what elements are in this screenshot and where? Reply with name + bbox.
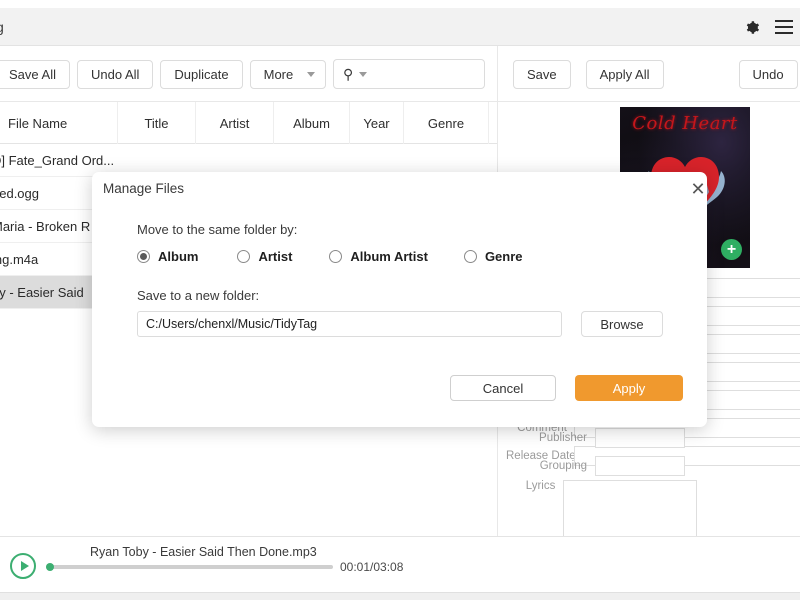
progress-knob[interactable] — [46, 563, 54, 571]
radio-option-album[interactable]: Album — [137, 249, 198, 264]
apply-button[interactable]: Apply — [575, 375, 683, 401]
more-button[interactable]: More — [249, 59, 327, 89]
play-triangle — [20, 561, 29, 571]
now-playing-title: Ryan Toby - Easier Said Then Done.mp3 — [90, 545, 317, 559]
column-header-title[interactable]: Title — [118, 102, 196, 144]
window-title: g — [0, 19, 4, 35]
radio-label-genre: Genre — [484, 249, 523, 264]
group-by-radio-group: Album Artist Album Artist Genre — [137, 249, 523, 264]
field-input-grouping[interactable] — [595, 456, 685, 476]
chevron-down-icon — [307, 71, 316, 77]
album-art-title: Cold Heart — [632, 113, 738, 134]
search-chevron-down-icon[interactable] — [358, 71, 367, 77]
toolbar-left-group: Save All Undo All Duplicate More ⚲ — [0, 46, 497, 102]
file-table-header: File Name Title Artist Album Year Genre — [0, 102, 497, 144]
gear-icon[interactable] — [742, 17, 762, 37]
browse-button[interactable]: Browse — [581, 311, 663, 337]
folder-path-input[interactable]: C:/Users/chenxl/Music/TidyTag — [137, 311, 562, 337]
close-icon[interactable]: ✕ — [688, 179, 708, 199]
field-input-publisher[interactable] — [595, 428, 685, 448]
radio-label-artist: Artist — [258, 249, 293, 264]
save-folder-label: Save to a new folder: — [137, 288, 260, 303]
play-circle-icon[interactable] — [10, 553, 36, 579]
column-header-album[interactable]: Album — [274, 102, 350, 144]
hamburger-lines — [775, 20, 793, 34]
field-label-lyrics: Lyrics — [525, 480, 556, 492]
radio-option-artist[interactable]: Artist — [237, 249, 292, 264]
search-icon: ⚲ — [343, 66, 354, 82]
cell-file-name: D] Fate_Grand Ord... — [0, 152, 115, 168]
toolbar: Save All Undo All Duplicate More ⚲ Save … — [0, 46, 800, 102]
column-header-genre[interactable]: Genre — [404, 102, 489, 144]
save-button[interactable]: Save — [513, 59, 571, 89]
status-strip — [0, 592, 800, 600]
dialog-title: Manage Files — [103, 181, 185, 196]
undo-all-button[interactable]: Undo All — [76, 59, 154, 89]
radio-circle-genre[interactable] — [463, 250, 477, 263]
field-publisher[interactable]: Publisher — [497, 424, 697, 452]
move-by-label: Move to the same folder by: — [137, 222, 298, 237]
radio-label-album-artist: Album Artist — [350, 249, 428, 264]
cancel-button[interactable]: Cancel — [450, 375, 556, 401]
column-header-year[interactable]: Year — [350, 102, 404, 144]
title-bar: g — [0, 8, 800, 46]
toolbar-right-group: Save Apply All Undo — [497, 46, 800, 102]
player-bar: Ryan Toby - Easier Said Then Done.mp3 00… — [0, 536, 800, 592]
save-all-button[interactable]: Save All — [0, 59, 70, 89]
progress-slider[interactable] — [46, 563, 333, 571]
duplicate-button[interactable]: Duplicate — [160, 59, 243, 89]
field-label-publisher: Publisher — [539, 432, 587, 444]
column-header-file-name[interactable]: File Name — [0, 102, 118, 144]
more-label: More — [263, 66, 294, 82]
column-header-artist[interactable]: Artist — [196, 102, 274, 144]
radio-label-album: Album — [158, 249, 199, 264]
radio-circle-album[interactable] — [137, 250, 150, 263]
field-grouping[interactable]: Grouping — [497, 452, 697, 480]
application-window: g Save All Undo All Duplicate More — [0, 0, 800, 600]
apply-all-button[interactable]: Apply All — [585, 59, 664, 89]
plus-circle-icon[interactable]: + — [721, 239, 742, 260]
playback-time: 00:01/03:08 — [340, 560, 404, 574]
player-controls: Ryan Toby - Easier Said Then Done.mp3 00… — [0, 537, 497, 593]
radio-option-album-artist[interactable]: Album Artist — [329, 249, 428, 264]
radio-option-genre[interactable]: Genre — [463, 249, 523, 264]
hamburger-menu-icon[interactable] — [774, 17, 794, 37]
undo-button[interactable]: Undo — [738, 59, 798, 89]
radio-circle-album-artist[interactable] — [329, 250, 343, 263]
field-label-grouping: Grouping — [539, 460, 587, 472]
title-bar-actions — [742, 8, 794, 46]
radio-circle-artist[interactable] — [237, 250, 251, 263]
search-input[interactable]: ⚲ — [333, 59, 485, 89]
